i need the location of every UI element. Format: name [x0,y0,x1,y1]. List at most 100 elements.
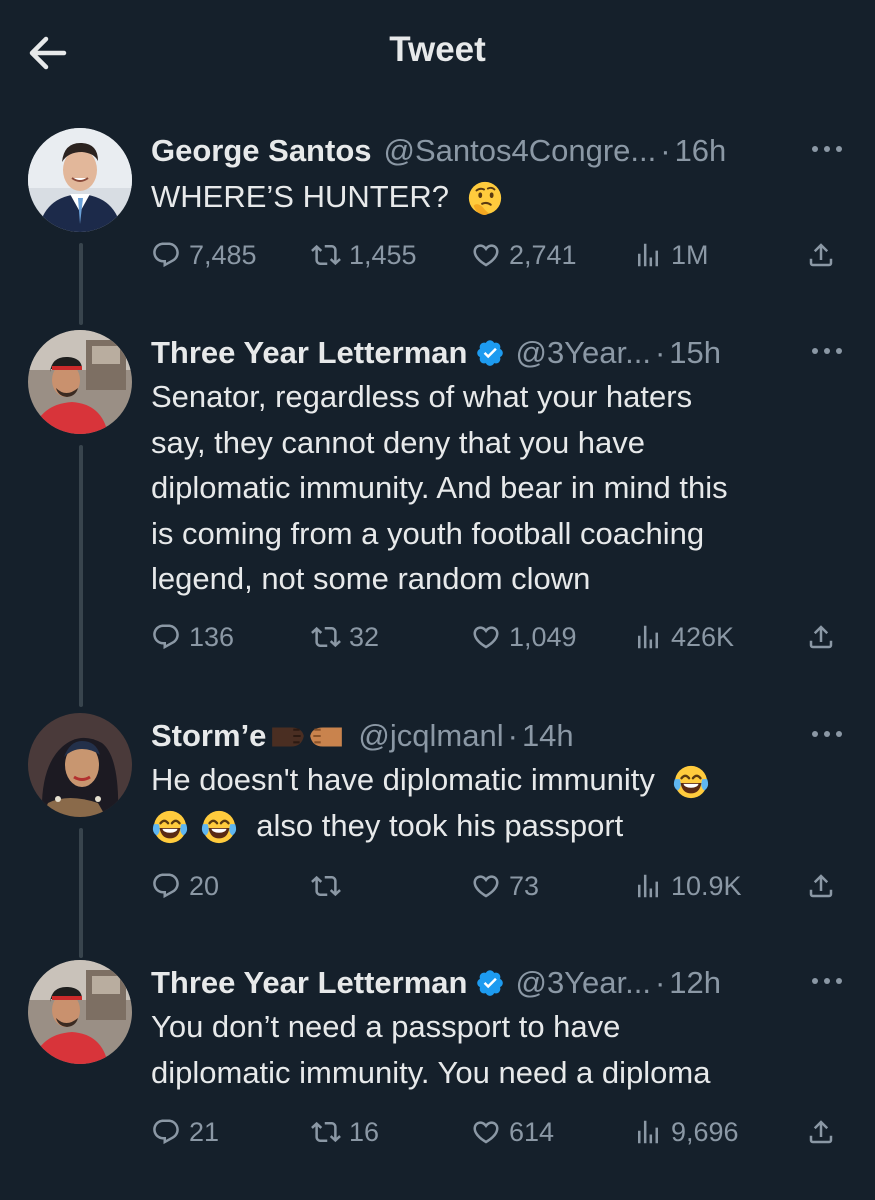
retweet-button[interactable]: 32 [311,617,379,657]
tweet-text-line: say, they cannot deny that you have [151,424,646,460]
tweet-text: WHERE’S HUNTER? [151,174,841,220]
author-name[interactable]: Three Year Letterman [151,965,467,1001]
heart-icon [471,240,501,270]
views-chart-icon [633,622,663,652]
like-button[interactable]: 73 [471,866,539,906]
share-button[interactable] [806,1112,836,1152]
tweet-header: George Santos @Santos4Congre... · 16h [151,128,845,174]
share-icon [806,871,836,901]
avatar[interactable] [28,960,132,1064]
like-count: 1,049 [509,621,577,652]
views-button[interactable]: 10.9K [633,866,742,906]
reply-icon [151,622,181,652]
tweet-text-line: diplomatic immunity. You need a diploma [151,1054,711,1090]
retweet-icon [311,240,341,270]
tweet[interactable]: George Santos @Santos4Congre... · 16h WH… [0,128,875,288]
retweet-count: 16 [349,1116,380,1147]
retweet-button[interactable]: 16 [311,1112,379,1152]
retweet-button[interactable]: 1,455 [311,235,417,275]
avatar[interactable] [28,713,132,817]
retweet-icon [311,871,341,901]
views-chart-icon [633,240,663,270]
like-button[interactable]: 1,049 [471,617,577,657]
views-button[interactable]: 9,696 [633,1112,739,1152]
more-options-icon[interactable] [809,719,845,749]
share-button[interactable] [806,866,836,906]
fist-bump-icon [268,717,346,755]
like-button[interactable]: 2,741 [471,235,577,275]
separator-dot: · [507,718,518,753]
action-bar: 136 32 1,049 426K [151,617,851,657]
heart-icon [471,871,501,901]
share-button[interactable] [806,235,836,275]
author-handle[interactable]: @3Year... [515,965,650,1001]
avatar[interactable] [28,128,132,232]
view-count: 9,696 [671,1116,739,1147]
author-name[interactable]: George Santos [151,133,372,169]
tweet-text-line: Senator, regardless of what your haters [151,379,693,414]
reply-count: 21 [189,1116,220,1147]
like-count: 2,741 [509,239,577,270]
share-button[interactable] [806,617,836,657]
reply-button[interactable]: 21 [151,1112,219,1152]
verified-badge-icon [475,968,505,998]
timestamp[interactable]: 12h [669,965,721,1001]
like-button[interactable]: 614 [471,1112,554,1152]
separator-dot: · [654,335,666,370]
more-options-icon[interactable] [809,336,845,366]
views-chart-icon [633,1117,663,1147]
heart-icon [471,1117,501,1147]
tweet-text: Senator, regardless of what your haters … [151,374,841,602]
reply-button[interactable]: 7,485 [151,235,257,275]
tweet-header: Storm’e @jcqlmanl · 14h [151,713,845,759]
reply-count: 136 [189,621,235,652]
views-button[interactable]: 426K [633,617,734,657]
laughing-tears-icon [151,808,189,846]
top-bar: Tweet [0,0,875,100]
more-options-icon[interactable] [809,134,845,164]
view-count: 1M [671,239,709,270]
action-bar: 7,485 1,455 2,741 1M [151,235,851,275]
timestamp[interactable]: 14h [522,718,574,754]
reply-button[interactable]: 136 [151,617,234,657]
retweet-count: 32 [349,621,380,652]
verified-badge-icon [475,338,505,368]
tweet-text-line: WHERE’S HUNTER? [151,179,449,214]
retweet-button[interactable] [311,866,349,906]
reply-icon [151,871,181,901]
like-count: 614 [509,1116,555,1147]
avatar[interactable] [28,330,132,434]
views-button[interactable]: 1M [633,235,709,275]
timestamp[interactable]: 16h [675,133,727,169]
share-icon [806,622,836,652]
laughing-tears-icon [672,763,710,801]
author-handle[interactable]: @jcqlmanl [358,718,503,754]
heart-icon [471,622,501,652]
action-bar: 20 73 10.9K [151,866,851,906]
retweet-icon [311,622,341,652]
action-bar: 21 16 614 9,696 [151,1112,851,1152]
more-options-icon[interactable] [809,966,845,996]
author-handle[interactable]: @Santos4Congre... [384,133,657,169]
author-handle[interactable]: @3Year... [515,335,650,371]
tweet-text-line: diplomatic immunity. And bear in mind th… [151,470,728,505]
tweet[interactable]: Three Year Letterman @3Year... · 12h You… [0,960,875,1160]
tweet-text-line: You don’t need a passport to have [151,1009,621,1044]
laughing-tears-icon [200,808,238,846]
tweet[interactable]: Three Year Letterman @3Year... · 15h Sen… [0,330,875,670]
tweet-header: Three Year Letterman @3Year... · 12h [151,960,845,1006]
reply-button[interactable]: 20 [151,866,219,906]
retweet-icon [311,1117,341,1147]
tweet-text-line: He doesn't have diplomatic immunity [151,762,655,797]
page-title: Tweet [389,30,486,69]
author-name[interactable]: Storm’e [151,718,266,754]
like-count: 73 [509,870,540,901]
timestamp[interactable]: 15h [669,335,721,371]
author-name[interactable]: Three Year Letterman [151,335,467,371]
view-count: 426K [671,621,735,652]
separator-dot: · [660,133,671,168]
share-icon [806,1117,836,1147]
thinking-face-icon [466,180,504,218]
views-chart-icon [633,871,663,901]
tweet[interactable]: Storm’e @jcqlmanl · 14h He doesn't have … [0,713,875,923]
